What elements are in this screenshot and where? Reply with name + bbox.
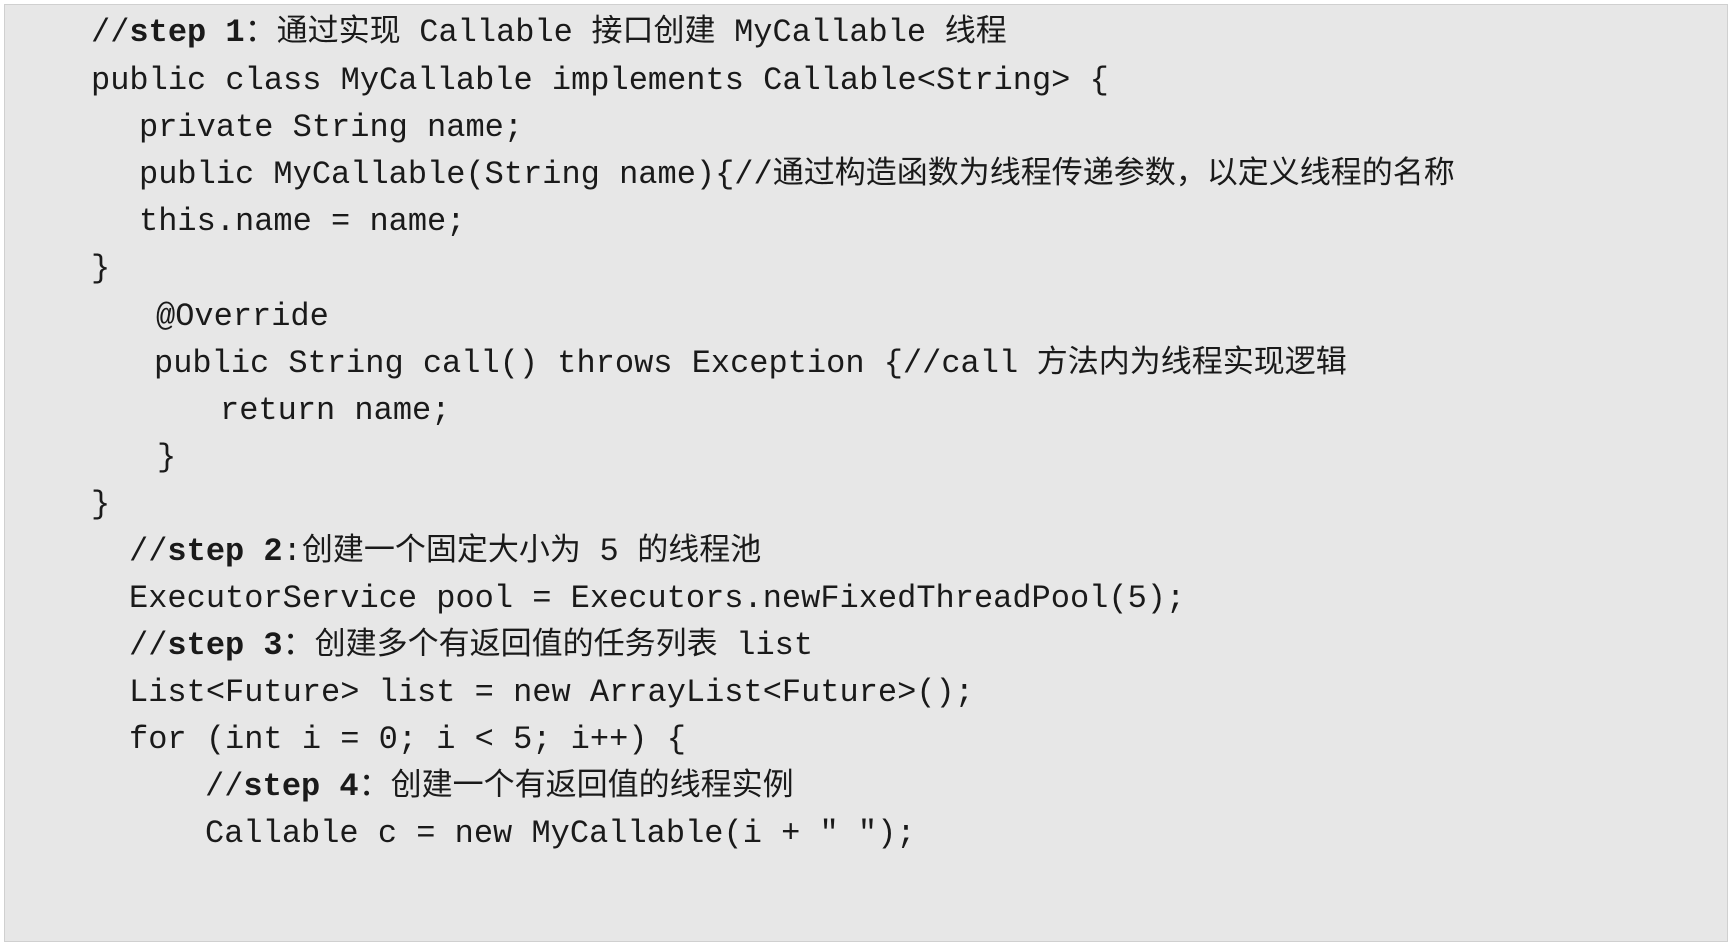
code-text: // [91, 14, 130, 51]
code-text: ExecutorService pool = Executors.newFixe… [129, 580, 1186, 617]
comment-text: 线程 [926, 16, 1007, 51]
code-text: return name; [220, 392, 451, 429]
step-label: step 2 [167, 533, 283, 570]
code-text: List<Future> list = new ArrayList<Future… [129, 674, 974, 711]
code-line-2: public class MyCallable implements Calla… [91, 55, 1109, 107]
code-text: Callable [419, 14, 573, 51]
code-text: public MyCallable(String name){// [139, 156, 773, 193]
code-text: for (int i = 0; i < 5; i++) { [129, 721, 686, 758]
code-line-17: //step 4：创建一个有返回值的线程实例 [205, 761, 794, 813]
step-label: step 3 [167, 627, 283, 664]
code-text: MyCallable [734, 14, 927, 51]
code-line-9: return name; [220, 385, 450, 437]
code-block: //step 1：通过实现 Callable 接口创建 MyCallable 线… [4, 4, 1728, 942]
code-text: } [91, 250, 111, 287]
code-text: public String call() throws Exception {/… [154, 345, 1019, 382]
code-text: // [129, 627, 168, 664]
code-line-15: List<Future> list = new ArrayList<Future… [129, 667, 974, 719]
code-line-5: this.name = name; [139, 196, 465, 248]
code-text: } [91, 486, 111, 523]
step-label: step 1 [129, 14, 245, 51]
comment-text: 创建一个固定大小为 [301, 535, 600, 570]
comment-text: 创建一个有返回值的线程实例 [390, 770, 794, 805]
code-text: ： [244, 14, 277, 51]
code-line-7: @Override [156, 291, 329, 343]
code-text: list [736, 627, 814, 664]
code-text: this.name = name; [139, 203, 466, 240]
code-line-13: ExecutorService pool = Executors.newFixe… [129, 573, 1185, 625]
code-line-14: //step 3：创建多个有返回值的任务列表 list [129, 620, 813, 672]
code-line-4: public MyCallable(String name){//通过构造函数为… [139, 149, 1455, 201]
code-text: Callable c = new MyCallable(i + " "); [205, 815, 916, 852]
comment-text: 通过构造函数为线程传递参数，以定义线程的名称 [772, 158, 1455, 193]
comment-text: 通过实现 [276, 16, 420, 51]
code-text: private String name; [139, 109, 524, 146]
code-line-10: } [157, 432, 176, 484]
code-line-18: Callable c = new MyCallable(i + " "); [205, 808, 916, 860]
code-text: } [157, 439, 177, 476]
code-text: ： [282, 627, 315, 664]
code-line-8: public String call() throws Exception {/… [154, 338, 1347, 390]
code-text: : [282, 533, 302, 570]
code-line-1: //step 1：通过实现 Callable 接口创建 MyCallable 线… [91, 7, 1007, 59]
step-label: step 4 [243, 768, 359, 805]
comment-text: 方法内为线程实现逻辑 [1018, 347, 1347, 382]
code-text: 5 [599, 533, 619, 570]
code-line-6: } [91, 243, 110, 295]
comment-text: 的线程池 [618, 535, 762, 570]
code-line-11: } [91, 479, 110, 531]
code-line-3: private String name; [139, 102, 523, 154]
comment-text: 创建多个有返回值的任务列表 [314, 629, 737, 664]
code-line-12: //step 2:创建一个固定大小为 5 的线程池 [129, 526, 761, 578]
comment-text: 接口创建 [572, 16, 735, 51]
code-text: @Override [156, 298, 329, 335]
code-text: // [205, 768, 244, 805]
code-text: // [129, 533, 168, 570]
code-line-16: for (int i = 0; i < 5; i++) { [129, 714, 686, 766]
code-text: ： [358, 768, 391, 805]
code-text: public class MyCallable implements Calla… [91, 62, 1109, 99]
